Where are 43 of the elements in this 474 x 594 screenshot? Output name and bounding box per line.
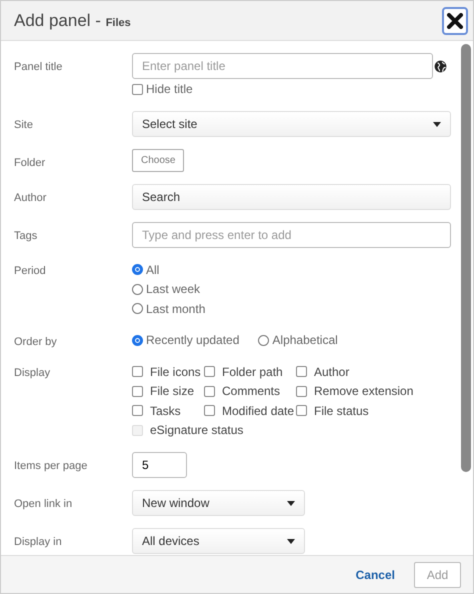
checkbox-option[interactable]: Author <box>296 362 451 382</box>
checkbox-option[interactable]: Hide title <box>132 79 451 99</box>
checkbox-option: eSignature status <box>132 420 451 440</box>
caret-icon <box>287 500 295 506</box>
field-label: Display <box>14 366 52 381</box>
field-label: Panel title <box>14 60 64 75</box>
globe-icon[interactable] <box>434 60 447 72</box>
cancel-button[interactable]: Cancel <box>356 566 395 584</box>
checkbox-option[interactable]: Tasks <box>132 401 204 420</box>
close-icon <box>447 12 463 28</box>
checkbox-option[interactable]: File icons <box>132 362 204 382</box>
field-label: Period <box>14 264 47 279</box>
choose-button[interactable]: Choose <box>132 149 184 172</box>
checkbox-option[interactable]: File size <box>132 382 204 401</box>
text-field[interactable]: Enter panel title <box>132 53 433 79</box>
radio-option[interactable]: Alphabetical <box>258 330 338 350</box>
field-label: Tags <box>14 229 38 244</box>
field-label: Folder <box>14 156 46 171</box>
close-button[interactable] <box>442 6 468 34</box>
field-label: Display in <box>14 535 63 550</box>
caret-icon <box>433 122 441 126</box>
field-label: Site <box>14 118 34 133</box>
field-label: Order by <box>14 334 58 350</box>
select-dropdown[interactable]: Select site <box>132 111 451 137</box>
field-label: Items per page <box>14 459 88 474</box>
select-dropdown[interactable]: New window <box>132 490 305 516</box>
checkbox-option[interactable]: Comments <box>204 382 296 401</box>
radio-option[interactable]: Recently updated <box>132 330 240 350</box>
tags-field[interactable]: Type and press enter to add <box>132 222 451 248</box>
radio-option[interactable]: All <box>132 260 451 280</box>
select-dropdown[interactable]: All devices <box>132 528 305 554</box>
radio-option[interactable]: Last week <box>132 280 451 299</box>
field-label: Open link in <box>14 497 74 512</box>
dialog-title: Add panel - Files <box>14 10 131 32</box>
checkbox-option[interactable]: Modified date <box>204 401 296 420</box>
checkbox-option[interactable]: Folder path <box>204 362 296 382</box>
radio-option[interactable]: Last month <box>132 299 451 318</box>
checkbox-option[interactable]: File status <box>296 401 451 420</box>
number-field[interactable]: 5 <box>132 452 187 478</box>
caret-icon <box>287 538 295 544</box>
field-label: Author <box>14 191 48 206</box>
checkbox-option[interactable]: Remove extension <box>296 382 451 401</box>
search-dropdown[interactable]: Search <box>132 184 451 210</box>
